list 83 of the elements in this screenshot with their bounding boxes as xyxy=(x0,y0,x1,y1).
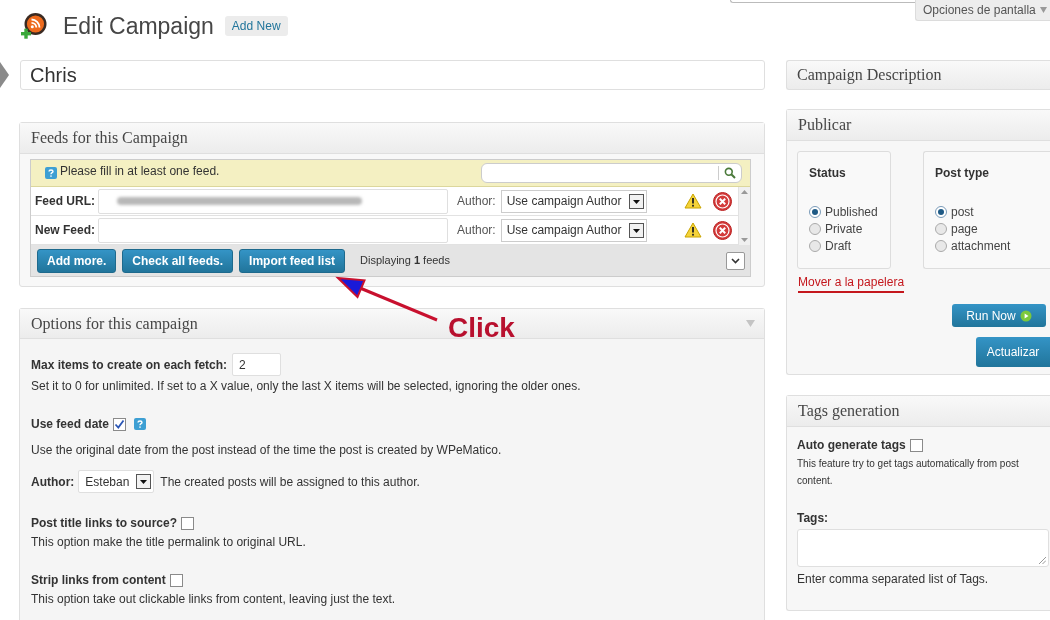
author-label: Author: xyxy=(457,222,496,239)
title-field[interactable]: Chris xyxy=(20,60,765,90)
group-title: Status xyxy=(809,165,847,182)
option-label: Tags: xyxy=(797,510,830,527)
checkbox[interactable] xyxy=(169,573,183,587)
check-icon xyxy=(114,418,126,430)
option-help: This option take out clickable links from content, leaving just the text. xyxy=(31,591,397,607)
panel-title: Publicar xyxy=(798,115,852,135)
option-help: The created posts will be assigned to this author. xyxy=(160,473,420,491)
toolbar-button[interactable]: Check all feeds. xyxy=(122,248,234,273)
radio-label: Private xyxy=(825,220,863,238)
warning-icon xyxy=(683,222,702,238)
option-label: Author: xyxy=(31,473,75,491)
author-select[interactable]: Use campaign Author xyxy=(500,189,647,213)
scrollbar[interactable] xyxy=(738,187,750,245)
radio-button[interactable] xyxy=(809,205,821,218)
feed-label: New Feed: xyxy=(35,222,96,239)
option-help: This option make the title permalink to original URL. xyxy=(31,534,307,550)
option-help: Enter comma separated list of Tags. xyxy=(797,571,990,588)
radio-button[interactable] xyxy=(935,205,947,218)
panel-title: Options for this campaign xyxy=(31,313,198,335)
add-new-button[interactable]: Add New xyxy=(224,16,288,36)
toolbar-button[interactable]: Add more. xyxy=(37,248,117,273)
collapse-caret-icon[interactable] xyxy=(746,320,755,327)
dropdown-icon[interactable] xyxy=(136,474,152,489)
group-title: Post type xyxy=(935,165,990,182)
checkbox[interactable] xyxy=(113,417,127,431)
option-help: This feature try to get tags automatically from post content. xyxy=(797,457,1020,488)
radio-button[interactable] xyxy=(935,222,947,235)
search-icon[interactable] xyxy=(724,167,736,179)
radio-label: Published xyxy=(825,203,878,221)
panel-title: Feeds for this Campaign xyxy=(31,128,188,149)
feed-count-text: Displaying 1 feeds xyxy=(360,253,450,269)
option-label: Post title links to source? xyxy=(31,515,178,532)
checkbox[interactable] xyxy=(181,516,195,530)
option-help: Use the original date from the post instead of the time the post is created by WPeMatico. xyxy=(31,442,503,458)
help-icon[interactable] xyxy=(134,418,147,430)
rss-feed-icon xyxy=(20,12,48,40)
dropdown-icon[interactable] xyxy=(628,222,644,238)
page-title: Edit Campaign xyxy=(63,11,214,41)
dropdown-icon[interactable] xyxy=(628,193,644,209)
notice-text: Please fill in at least one feed. xyxy=(60,163,220,180)
feed-url-field[interactable] xyxy=(98,188,448,214)
scroll-down-icon[interactable] xyxy=(741,238,748,242)
option-label: Max items to create on each fetch: xyxy=(31,356,228,374)
update-button[interactable]: Actualizar xyxy=(976,337,1050,367)
author-select[interactable]: Use campaign Author xyxy=(500,218,647,242)
play-icon xyxy=(1019,309,1032,322)
author-label: Author: xyxy=(457,193,496,210)
radio-button[interactable] xyxy=(809,239,821,252)
remove-icon[interactable] xyxy=(712,220,732,240)
screen-options-tab[interactable]: Opciones de pantalla xyxy=(915,0,1050,21)
radio-label: attachment xyxy=(951,237,1011,255)
toolbar-button[interactable]: Import feed list xyxy=(239,248,346,273)
checkbox[interactable] xyxy=(909,438,923,452)
option-label: Strip links from content xyxy=(31,572,166,589)
warning-icon xyxy=(683,193,702,209)
option-label: Use feed date xyxy=(31,416,110,433)
resize-handle-icon[interactable] xyxy=(1039,557,1046,564)
radio-button[interactable] xyxy=(809,222,821,235)
help-icon[interactable] xyxy=(45,167,57,179)
caret-icon xyxy=(1040,7,1047,13)
menu-pointer-icon xyxy=(0,62,9,88)
option-help: Set it to 0 for unlimited. If set to a X value, only the last X items will be selected, ignoring the older ones. xyxy=(31,378,582,394)
remove-icon[interactable] xyxy=(712,191,732,211)
chevron-down-icon xyxy=(731,257,740,264)
feed-label: Feed URL: xyxy=(35,193,96,210)
run-now-button[interactable]: Run Now xyxy=(952,304,1046,327)
panel-title: Campaign Description xyxy=(797,65,942,86)
radio-label: page xyxy=(951,220,978,238)
expand-button[interactable] xyxy=(726,251,745,270)
radio-label: post xyxy=(951,203,974,221)
panel-title: Tags generation xyxy=(798,401,900,422)
annotation-label: Click xyxy=(448,311,515,345)
author-select[interactable]: Esteban xyxy=(78,470,155,493)
radio-label: Draft xyxy=(825,237,851,255)
feed-url-field[interactable] xyxy=(98,217,448,243)
number-field[interactable]: 2 xyxy=(232,353,282,376)
scroll-up-icon[interactable] xyxy=(741,190,748,194)
search-field[interactable] xyxy=(481,163,742,183)
radio-button[interactable] xyxy=(935,239,947,252)
trash-link[interactable]: Mover a la papelera xyxy=(798,275,905,293)
option-label: Auto generate tags xyxy=(797,437,906,454)
